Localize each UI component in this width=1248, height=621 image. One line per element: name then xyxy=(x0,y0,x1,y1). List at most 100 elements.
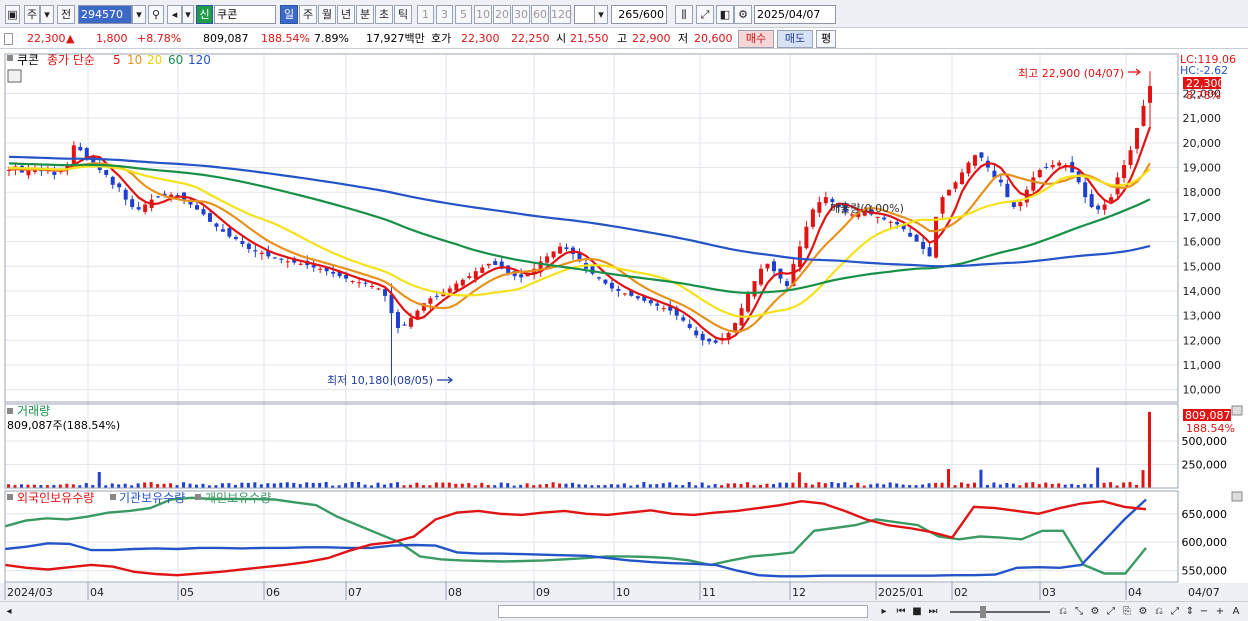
speaker-dropdown-icon[interactable]: ▾ xyxy=(182,5,194,24)
interval-dropdown-icon[interactable]: ▾ xyxy=(594,5,608,24)
candle xyxy=(765,263,770,269)
volume-bar xyxy=(655,484,659,488)
low-price: 20,600 xyxy=(694,32,733,45)
code-input[interactable]: 294570 xyxy=(78,5,132,24)
volume-bar xyxy=(856,482,860,488)
volume-bar xyxy=(182,482,186,488)
window-icon[interactable]: ▣ xyxy=(5,5,20,24)
change-value: 1,800 xyxy=(96,32,128,45)
tab-week[interactable]: 주 xyxy=(299,5,317,24)
tab-minute[interactable]: 분 xyxy=(356,5,374,24)
period-main[interactable]: 주 xyxy=(24,5,40,24)
interval-5[interactable]: 5 xyxy=(455,5,472,24)
candle xyxy=(998,179,1003,183)
tool-icon-7[interactable]: ⎌ xyxy=(1152,605,1166,619)
stop-icon[interactable]: ■ xyxy=(910,605,924,619)
eval-button[interactable]: 평 xyxy=(816,30,836,48)
interval-10[interactable]: 10 xyxy=(474,5,492,24)
code-dropdown-icon[interactable]: ▾ xyxy=(132,5,146,24)
tab-day[interactable]: 일 xyxy=(280,5,298,24)
forward-icon[interactable]: ⏭ xyxy=(926,605,940,619)
speaker-icon[interactable]: ◂ xyxy=(167,5,182,24)
interval-3[interactable]: 3 xyxy=(436,5,453,24)
indiv-square-icon xyxy=(195,494,201,500)
tab-tick[interactable]: 틱 xyxy=(394,5,412,24)
holdings-tick-label: 550,000 xyxy=(1182,565,1228,578)
scroll-left-icon[interactable]: ◂ xyxy=(4,605,14,619)
candle xyxy=(817,202,822,213)
candle xyxy=(700,333,705,341)
tool-icon-5[interactable]: ⎘ xyxy=(1120,605,1134,619)
candle xyxy=(804,226,809,249)
interval-1[interactable]: 1 xyxy=(417,5,434,24)
tool-icon-8[interactable]: ⤢ xyxy=(1168,605,1182,619)
text-tool-icon[interactable]: A xyxy=(1230,605,1242,619)
rewind-icon[interactable]: ⏮ xyxy=(894,605,908,619)
foreign-legend: 외국인보유수량 xyxy=(17,491,94,505)
scroll-thumb[interactable] xyxy=(498,605,868,618)
zoom-slider[interactable] xyxy=(950,611,1050,613)
volume-percent: 188.54% xyxy=(261,32,310,45)
interval-30[interactable]: 30 xyxy=(512,5,530,24)
new-badge[interactable]: 신 xyxy=(196,5,213,24)
zoom-handle[interactable] xyxy=(980,606,986,618)
candle xyxy=(318,268,323,270)
candle xyxy=(1050,165,1055,168)
tool-icon-6[interactable]: ⚙ xyxy=(1136,605,1150,619)
search-icon[interactable]: ⚲ xyxy=(148,5,164,24)
interval-20[interactable]: 20 xyxy=(493,5,511,24)
volume-bar xyxy=(583,484,587,488)
gear-icon[interactable]: ⚙ xyxy=(734,5,752,24)
candle xyxy=(1018,202,1023,207)
name-field[interactable]: 쿠콘 xyxy=(214,5,276,24)
tool-icon-1[interactable]: ⎌ xyxy=(1056,605,1070,619)
candle xyxy=(402,324,407,326)
table-icon[interactable] xyxy=(7,69,22,83)
x-tick-label: 04/07 xyxy=(1188,586,1220,599)
volume-bar xyxy=(298,484,302,488)
zoom-out-icon[interactable]: − xyxy=(1198,605,1210,619)
scroll-right-icon[interactable]: ▸ xyxy=(878,605,890,619)
tab-second[interactable]: 초 xyxy=(375,5,393,24)
sell-button[interactable]: 매도 xyxy=(777,30,813,48)
collapse-icon[interactable]: ⇕ xyxy=(1184,605,1196,619)
volume-bar xyxy=(1070,483,1074,488)
ask-price: 22,300 xyxy=(461,32,500,45)
candle xyxy=(959,172,964,185)
interval-120[interactable]: 120 xyxy=(550,5,572,24)
count-field[interactable]: 265/600 xyxy=(611,5,667,24)
tool-icon-3[interactable]: ⚙ xyxy=(1088,605,1102,619)
date-input[interactable]: 2025/04/07 xyxy=(754,5,836,24)
volume-bar xyxy=(642,482,646,488)
chevron-down-icon[interactable]: ▾ xyxy=(40,5,54,24)
tab-year[interactable]: 년 xyxy=(337,5,355,24)
scale-icon[interactable]: ◧ xyxy=(716,5,734,24)
candle xyxy=(596,277,601,279)
tab-month[interactable]: 월 xyxy=(318,5,336,24)
volume-bar xyxy=(1128,481,1132,488)
volume-bar xyxy=(545,484,549,488)
volume-bar xyxy=(460,483,464,488)
volume-bar xyxy=(169,483,173,488)
volume-bar xyxy=(363,484,367,488)
tool-icon-2[interactable]: ⤡ xyxy=(1072,605,1086,619)
candle xyxy=(467,276,472,279)
high-annotation: 최고 22,900 (04/07) xyxy=(1018,67,1124,80)
volume-bar xyxy=(1141,470,1145,488)
interval-60[interactable]: 60 xyxy=(531,5,549,24)
zoom-in-icon[interactable]: + xyxy=(1214,605,1226,619)
candle xyxy=(752,281,757,297)
chart-area[interactable]: 2024/03 04 05 06 07 08 09 10 11 12 2025/01 02 03 04 04… xyxy=(0,50,1248,602)
tool-icon-4[interactable]: ⤢ xyxy=(1104,605,1118,619)
buy-button[interactable]: 매수 xyxy=(738,30,774,48)
chart-type-icon[interactable]: ⫼ xyxy=(675,5,693,24)
volume-bar xyxy=(804,482,808,488)
volume-bar xyxy=(875,483,879,488)
volume-bar xyxy=(285,482,289,488)
draw-tool-icon[interactable]: ⤢ xyxy=(696,5,714,24)
prev-button[interactable]: 전 xyxy=(57,5,75,24)
volume-bar xyxy=(318,482,322,488)
horizontal-scrollbar[interactable]: ◂ ▸ ⏮ ■ ⏭ ⎌ ⤡ ⚙ ⤢ ⎘ ⚙ ⎌ ⤢ ⇕ − + A xyxy=(0,601,1248,621)
candle xyxy=(188,201,193,205)
volume-bar xyxy=(143,482,147,488)
